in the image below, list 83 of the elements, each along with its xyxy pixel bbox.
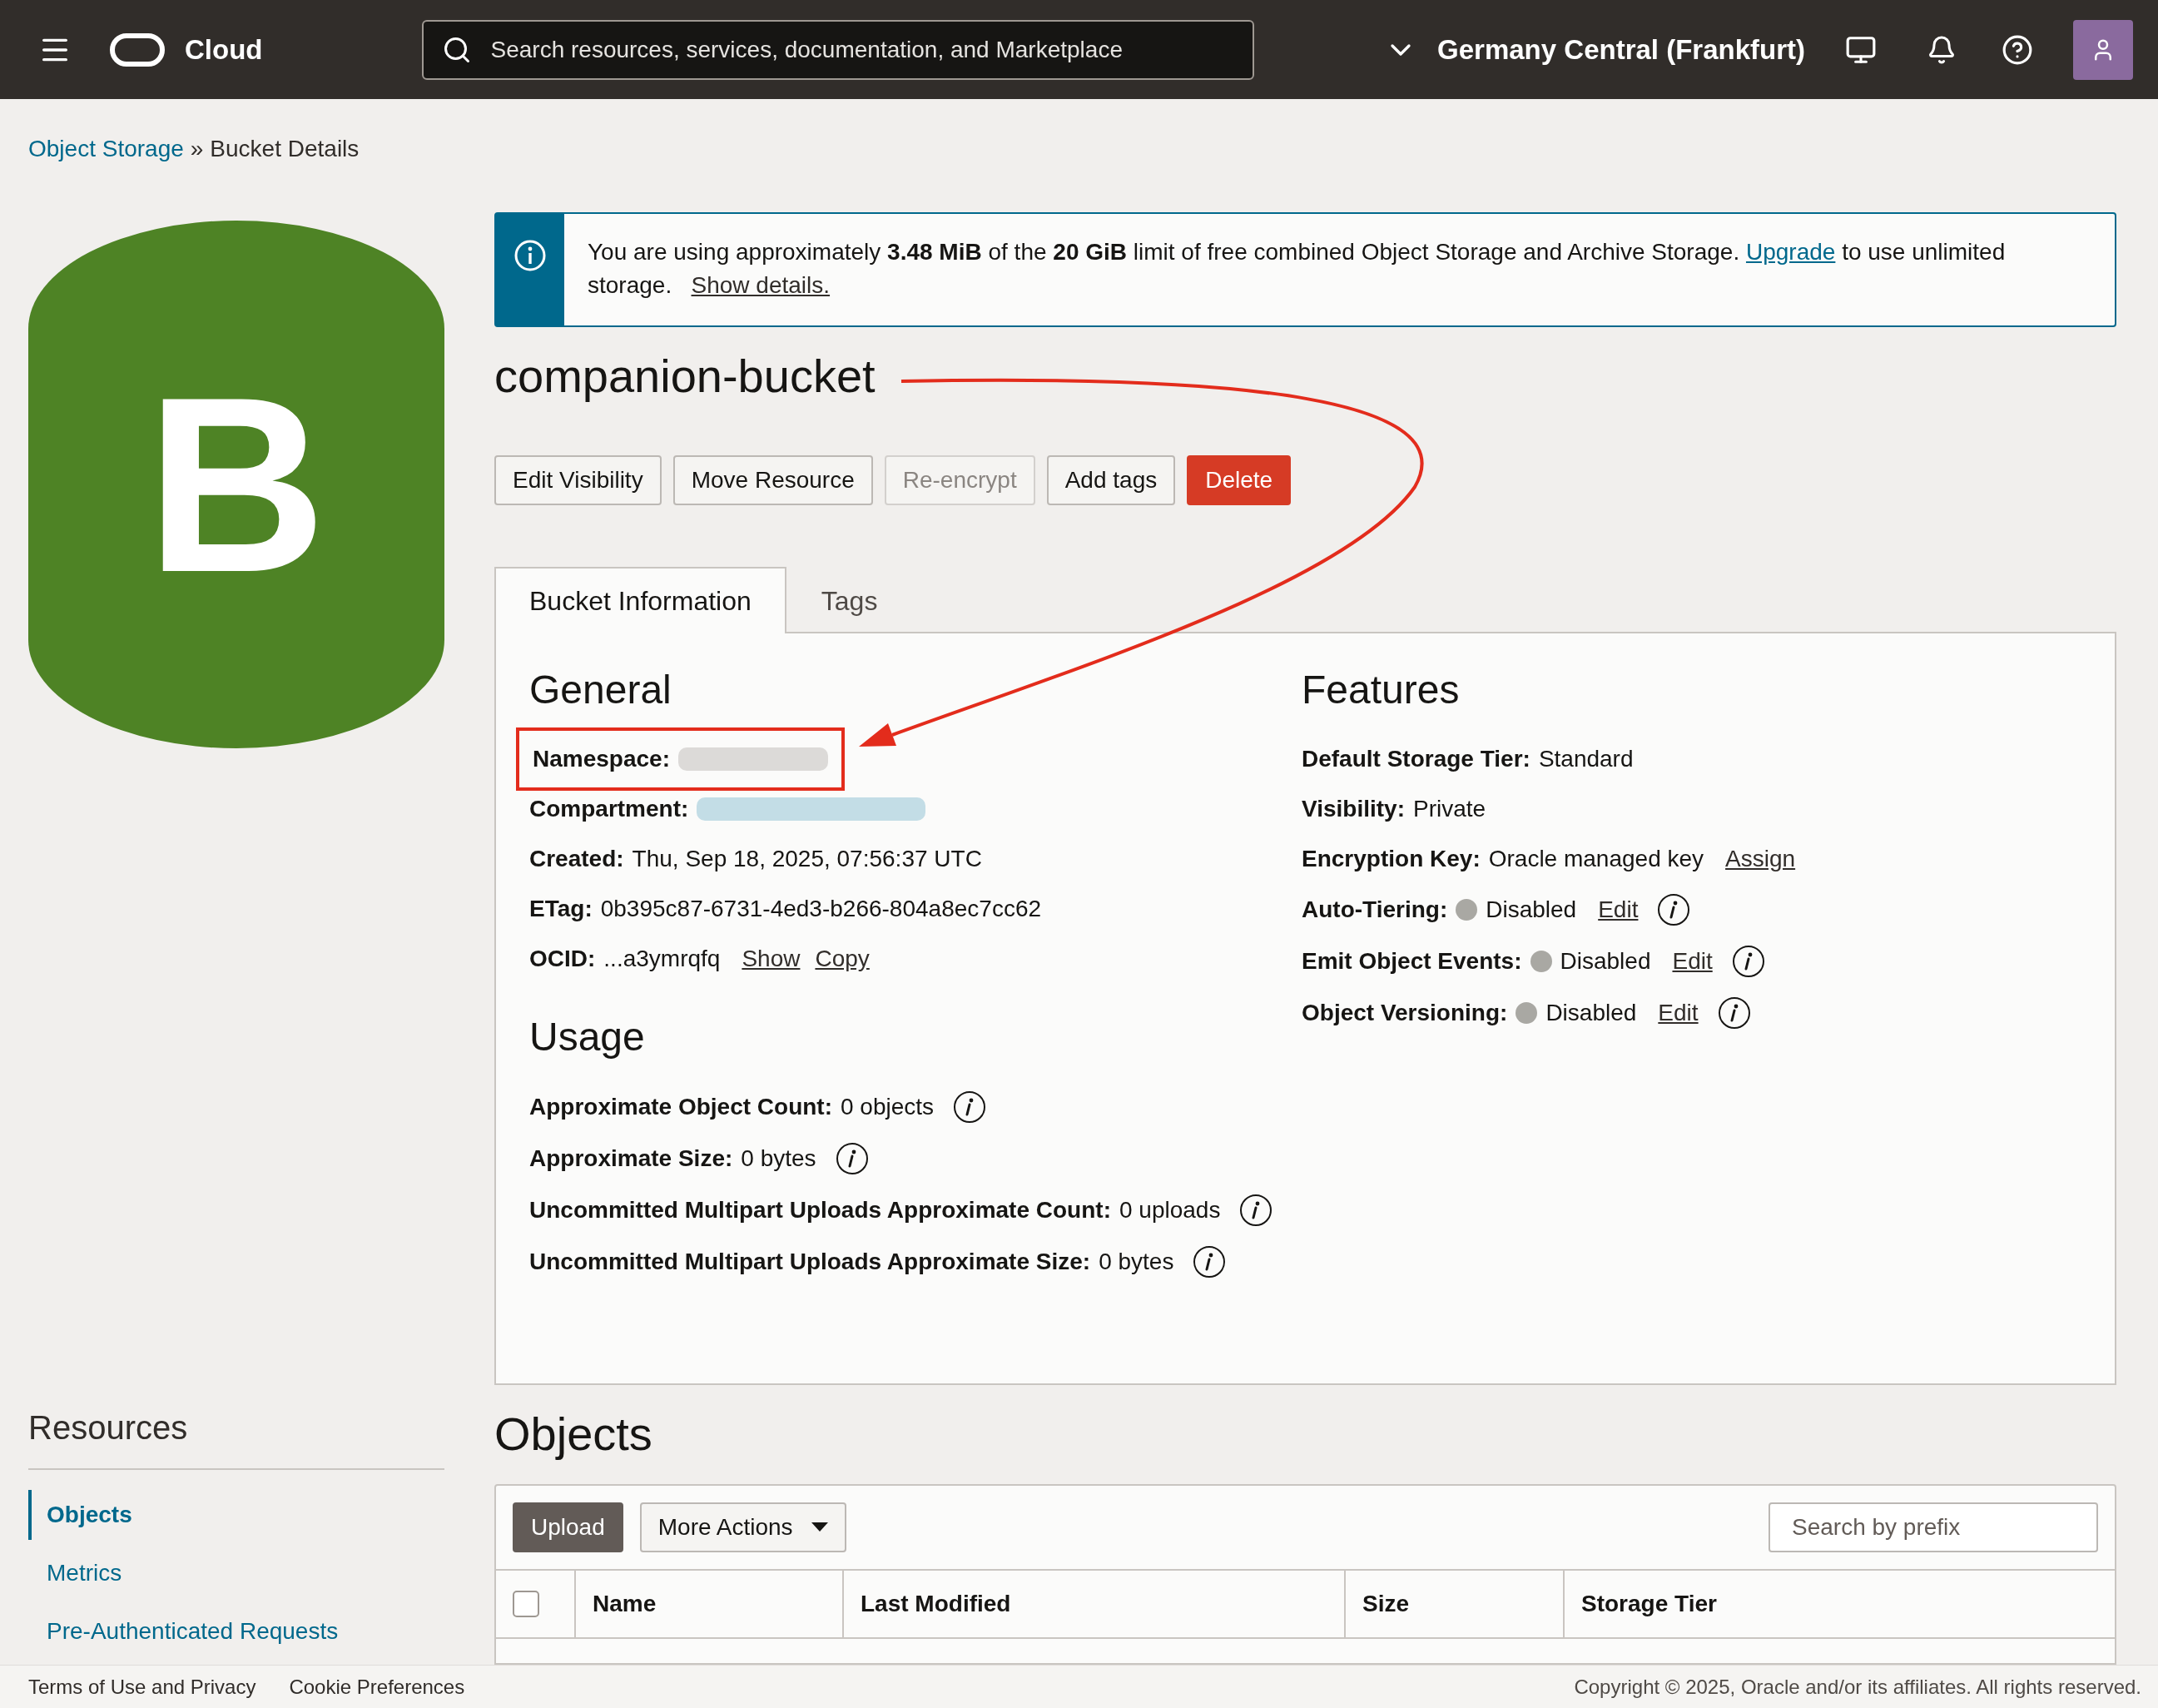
field-label: Created:: [529, 846, 624, 872]
usage-notice: You are using approximately 3.48 MiB of the 20 GiB limit of free combined Object Storage and Archive Storage. Upgrade to use unlimited storage. Show details.: [587, 238, 2007, 300]
column-header[interactable]: Name: [574, 1571, 842, 1637]
info-icon: [513, 239, 547, 272]
info-icon[interactable]: [836, 1143, 868, 1174]
column-header[interactable]: Last Modified: [842, 1571, 1344, 1637]
field-label: Visibility:: [1302, 796, 1405, 822]
field-value: ...a3ymrqfq: [603, 946, 721, 972]
prefix-search-box[interactable]: Search by prefix: [1769, 1502, 2098, 1552]
resources-heading: Resources: [28, 1409, 189, 1447]
info-icon[interactable]: [1718, 997, 1750, 1029]
logo-icon[interactable]: [110, 32, 165, 67]
field-link[interactable]: Show: [742, 946, 801, 972]
field-label: Namespace:: [533, 746, 670, 772]
field-value: Private: [1412, 796, 1486, 822]
select-all-checkbox[interactable]: [513, 1591, 539, 1617]
field-label: Uncommitted Multipart Uploads Approximate Size:: [529, 1249, 1091, 1275]
field-link[interactable]: Edit: [1658, 1000, 1699, 1026]
field-value: 0 uploads: [1119, 1197, 1221, 1224]
field-link[interactable]: Assign: [1725, 846, 1796, 872]
field-label: Approximate Size:: [529, 1145, 733, 1172]
upgrade-link[interactable]: Upgrade: [1745, 239, 1836, 265]
copyright: Copyright © 2025, Oracle and/or its affiliates. All rights reserved.: [1574, 1675, 2141, 1699]
field-value: 0 bytes: [741, 1145, 816, 1172]
region-selector[interactable]: Germany Central (Frankfurt): [1379, 32, 1810, 67]
column-header[interactable]: Size: [1344, 1571, 1563, 1637]
more-actions-button[interactable]: More Actions: [639, 1502, 846, 1552]
search-box[interactable]: Search resources, services, documentation, and Marketplace: [422, 19, 1255, 80]
field-value: Disabled: [1486, 896, 1577, 923]
breadcrumb-link[interactable]: Object Storage: [28, 136, 184, 162]
section-heading: Usage: [529, 1014, 646, 1060]
field-label: Default Storage Tier:: [1302, 746, 1530, 772]
field-label: Emit Object Events:: [1302, 948, 1522, 975]
brand-name: Cloud: [185, 33, 263, 66]
resource-link[interactable]: Metrics: [28, 1548, 444, 1598]
field-label: ETag:: [529, 896, 593, 922]
bucket-title: companion-bucket: [494, 349, 876, 403]
footer-link[interactable]: Terms of Use and Privacy: [28, 1675, 256, 1699]
avatar[interactable]: [2073, 19, 2133, 80]
field-value: Standard: [1538, 746, 1634, 772]
field-value: Disabled: [1560, 948, 1651, 975]
info-icon[interactable]: [954, 1091, 986, 1123]
column-header[interactable]: Storage Tier: [1563, 1571, 2115, 1637]
field-value: Disabled: [1545, 1000, 1637, 1026]
breadcrumb-separator: »: [190, 136, 204, 162]
field-label: Uncommitted Multipart Uploads Approximate Count:: [529, 1197, 1111, 1224]
bucket-icon: B: [28, 221, 444, 748]
section-heading: General: [529, 667, 672, 712]
search-field[interactable]: Search resources, services, documentation, and Marketplace: [489, 35, 1235, 64]
section-heading: Objects: [494, 1407, 653, 1461]
field-label: OCID:: [529, 946, 596, 972]
action-button[interactable]: Move Resource: [672, 455, 873, 505]
action-button[interactable]: Edit Visibility: [494, 455, 662, 505]
prefix-search-field[interactable]: Search by prefix: [1790, 1513, 2094, 1542]
tab[interactable]: Bucket Information: [494, 567, 786, 633]
action-button[interactable]: Delete: [1187, 455, 1292, 505]
info-icon[interactable]: [1732, 946, 1764, 977]
field-value: 0 objects: [841, 1094, 935, 1120]
field-link[interactable]: Edit: [1672, 948, 1713, 975]
field-value: 0 bytes: [1099, 1249, 1174, 1275]
breadcrumb-current: Bucket Details: [210, 136, 360, 162]
field-label: Compartment:: [529, 796, 689, 822]
field-label: Encryption Key:: [1302, 846, 1481, 872]
resource-link[interactable]: Pre-Authenticated Requests: [28, 1606, 444, 1656]
info-icon[interactable]: [1658, 894, 1690, 926]
field-value: Thu, Sep 18, 2025, 07:56:37 UTC: [632, 846, 982, 872]
tab[interactable]: Tags: [786, 567, 913, 633]
info-icon[interactable]: [1193, 1246, 1226, 1278]
footer-link[interactable]: Cookie Preferences: [289, 1675, 465, 1699]
action-button[interactable]: Add tags: [1046, 455, 1176, 505]
upload-button[interactable]: Upload: [513, 1502, 623, 1552]
field-link[interactable]: Copy: [815, 946, 870, 972]
field-link[interactable]: Edit: [1598, 896, 1639, 923]
field-label: Approximate Object Count:: [529, 1094, 832, 1120]
resource-link[interactable]: Objects: [28, 1490, 444, 1540]
field-label: Object Versioning:: [1302, 1000, 1508, 1026]
section-heading: Features: [1302, 667, 1461, 712]
info-icon[interactable]: [1240, 1194, 1272, 1226]
show-details-link[interactable]: Show details.: [691, 272, 831, 298]
caret-icon: [811, 1522, 828, 1532]
field-label: Auto-Tiering:: [1302, 896, 1448, 923]
field-value: 0b395c87-6731-4ed3-b266-804a8ec7cc62: [600, 896, 1042, 922]
field-value: Oracle managed key: [1488, 846, 1704, 872]
